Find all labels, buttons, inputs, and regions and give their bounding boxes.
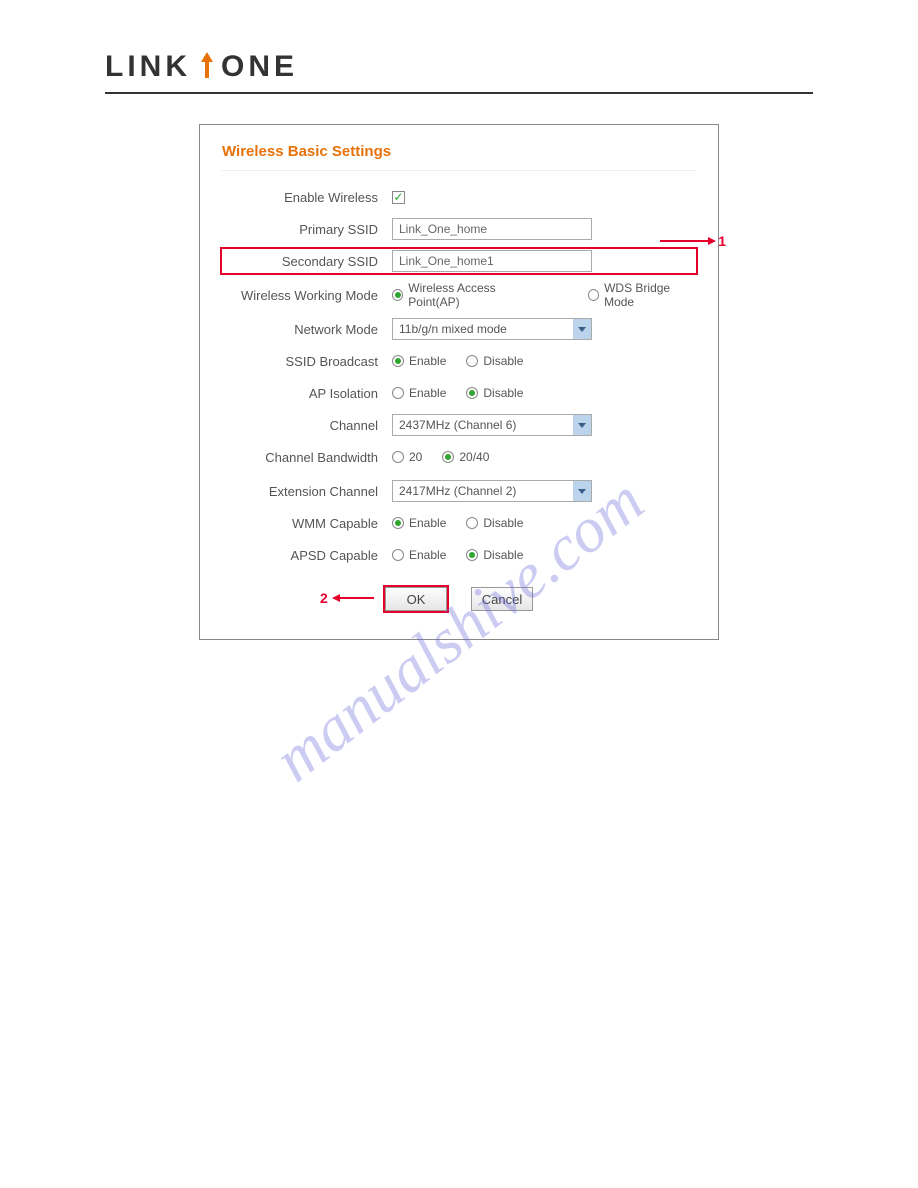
panel-title: Wireless Basic Settings: [222, 143, 696, 171]
label-working-mode: Wireless Working Mode: [222, 288, 392, 303]
radio-dot-icon: [466, 387, 478, 399]
radio-dot-icon: [466, 549, 478, 561]
cancel-button[interactable]: Cancel: [471, 587, 533, 611]
chevron-down-icon: [573, 319, 591, 339]
callout-2: 2: [320, 590, 374, 606]
radio-dot-icon: [466, 517, 478, 529]
brand-text-1: LINK: [105, 50, 191, 84]
brand-logo: LINK ONE: [105, 50, 813, 84]
arrow-icon: [193, 52, 219, 82]
radio-dot-icon: [392, 355, 404, 367]
label-secondary-ssid: Secondary SSID: [222, 254, 392, 269]
checkbox-enable-wireless[interactable]: ✓: [392, 191, 405, 204]
label-network-mode: Network Mode: [222, 322, 392, 337]
radio-dot-icon: [588, 289, 599, 301]
radio-broadcast-disable[interactable]: Disable: [466, 354, 523, 368]
select-ext-channel[interactable]: 2417MHz (Channel 2): [392, 480, 592, 502]
brand-text-2: ONE: [221, 50, 298, 84]
label-apsd: APSD Capable: [222, 548, 392, 563]
chevron-down-icon: [573, 415, 591, 435]
label-ssid-broadcast: SSID Broadcast: [222, 354, 392, 369]
radio-dot-icon: [392, 387, 404, 399]
radio-dot-icon: [392, 549, 404, 561]
radio-isolation-disable[interactable]: Disable: [466, 386, 523, 400]
radio-broadcast-enable[interactable]: Enable: [392, 354, 446, 368]
input-secondary-ssid[interactable]: [392, 250, 592, 272]
select-network-mode[interactable]: 11b/g/n mixed mode: [392, 318, 592, 340]
select-channel[interactable]: 2437MHz (Channel 6): [392, 414, 592, 436]
label-channel: Channel: [222, 418, 392, 433]
chevron-down-icon: [573, 481, 591, 501]
radio-dot-icon: [392, 517, 404, 529]
radio-working-mode-ap[interactable]: Wireless Access Point(AP): [392, 281, 540, 309]
label-wmm: WMM Capable: [222, 516, 392, 531]
radio-apsd-enable[interactable]: Enable: [392, 548, 446, 562]
input-primary-ssid[interactable]: [392, 218, 592, 240]
arrow-right-icon: [334, 597, 374, 599]
radio-working-mode-wds[interactable]: WDS Bridge Mode: [588, 281, 696, 309]
radio-apsd-disable[interactable]: Disable: [466, 548, 523, 562]
radio-isolation-enable[interactable]: Enable: [392, 386, 446, 400]
label-bandwidth: Channel Bandwidth: [222, 450, 392, 465]
label-enable-wireless: Enable Wireless: [222, 190, 392, 205]
radio-dot-icon: [392, 289, 403, 301]
settings-panel: Wireless Basic Settings Enable Wireless …: [199, 124, 719, 640]
radio-wmm-enable[interactable]: Enable: [392, 516, 446, 530]
radio-bw-20[interactable]: 20: [392, 450, 422, 464]
arrow-right-icon: [660, 240, 714, 242]
radio-dot-icon: [466, 355, 478, 367]
radio-bw-2040[interactable]: 20/40: [442, 450, 489, 464]
radio-dot-icon: [392, 451, 404, 463]
label-primary-ssid: Primary SSID: [222, 222, 392, 237]
label-ext-channel: Extension Channel: [222, 484, 392, 499]
radio-wmm-disable[interactable]: Disable: [466, 516, 523, 530]
radio-dot-icon: [442, 451, 454, 463]
callout-1: 1: [660, 233, 726, 249]
label-ap-isolation: AP Isolation: [222, 386, 392, 401]
ok-button[interactable]: OK: [385, 587, 447, 611]
header-rule: [105, 92, 813, 94]
